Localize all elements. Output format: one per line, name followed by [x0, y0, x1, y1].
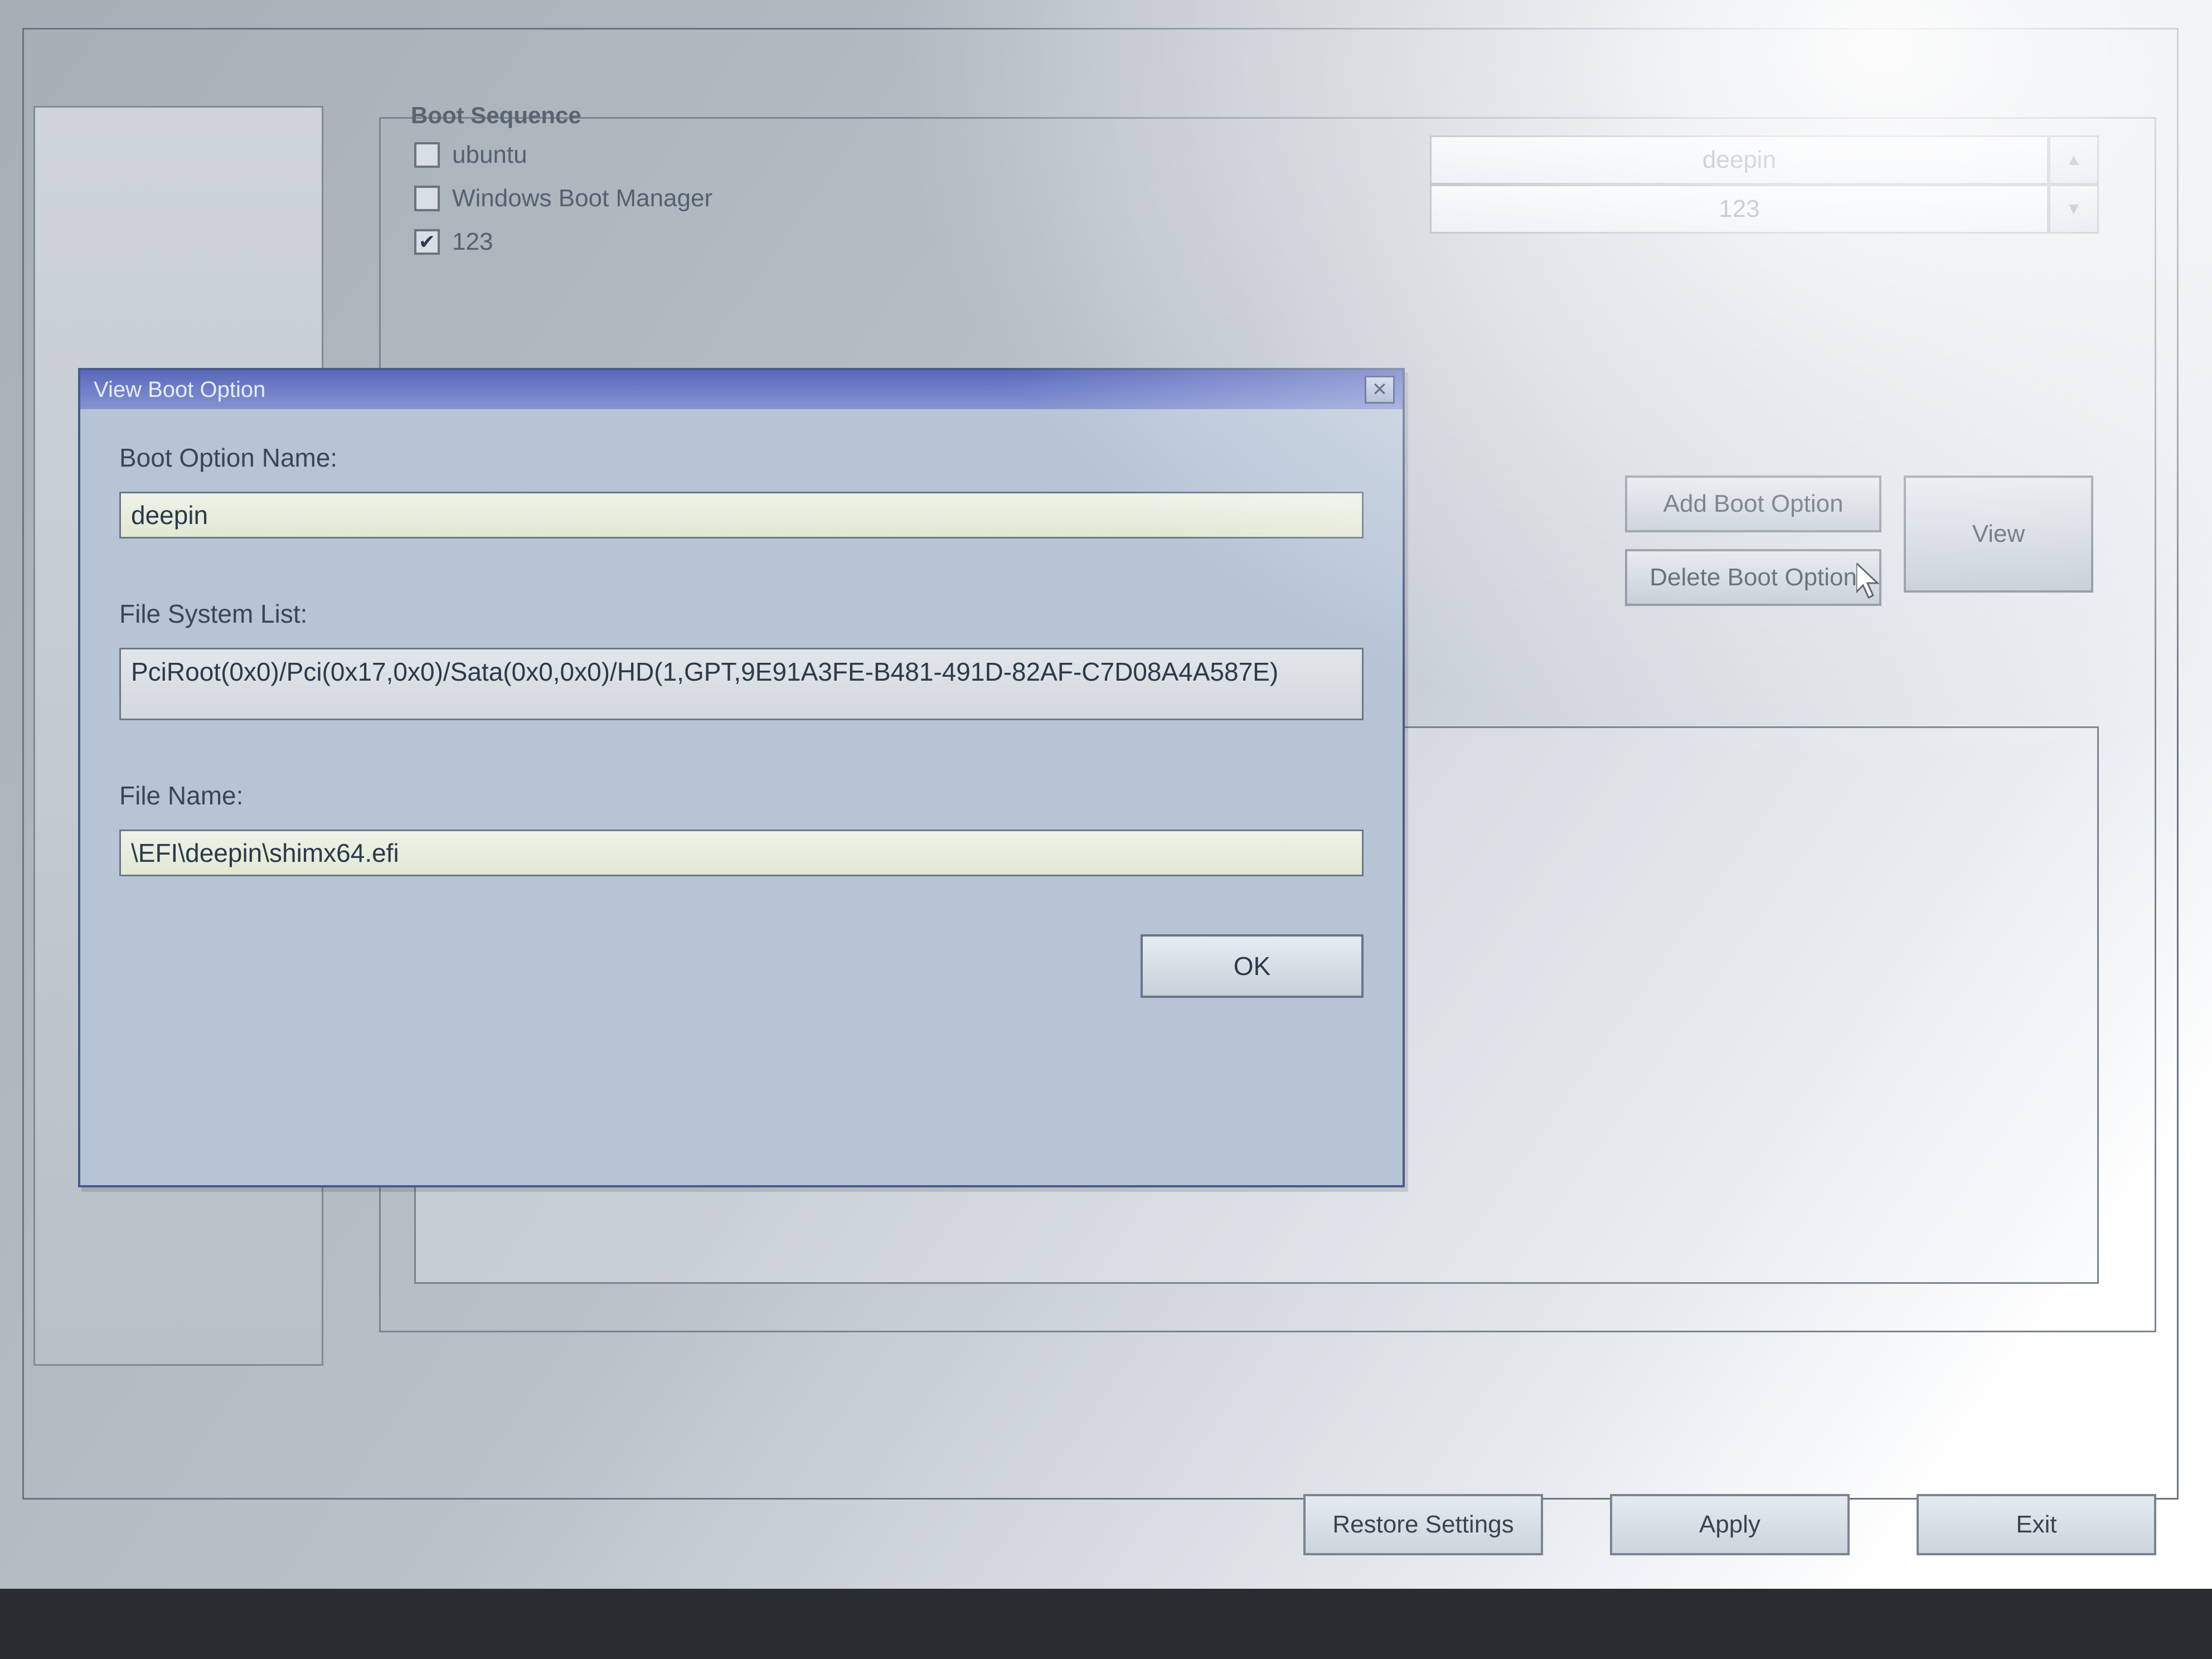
- add-boot-option-button[interactable]: Add Boot Option: [1625, 476, 1881, 532]
- file-system-list-field[interactable]: PciRoot(0x0)/Pci(0x17,0x0)/Sata(0x0,0x0)…: [119, 648, 1364, 720]
- bottom-action-bar: Restore Settings Apply Exit: [379, 1494, 2156, 1555]
- boot-check-123[interactable]: ✔ 123: [414, 228, 712, 256]
- file-name-field[interactable]: \EFI\deepin\shimx64.efi: [119, 830, 1364, 876]
- exit-button[interactable]: Exit: [1917, 1494, 2156, 1555]
- boot-order-item[interactable]: 123: [1430, 185, 2049, 234]
- checkbox-icon[interactable]: ✔: [414, 229, 440, 255]
- boot-order-listbox[interactable]: deepin 123 ▲ ▼: [1430, 135, 2099, 234]
- ok-button[interactable]: OK: [1141, 934, 1364, 998]
- dialog-title-text: View Boot Option: [94, 377, 265, 402]
- boot-order-item[interactable]: deepin: [1430, 135, 2049, 185]
- checkbox-icon[interactable]: [414, 186, 440, 211]
- view-boot-option-button[interactable]: View: [1904, 476, 2093, 593]
- boot-check-label: Windows Boot Manager: [452, 185, 712, 212]
- file-name-label: File Name:: [119, 780, 1364, 811]
- boot-option-name-label: Boot Option Name:: [119, 443, 1364, 473]
- boot-check-ubuntu[interactable]: ubuntu: [414, 141, 712, 169]
- restore-settings-button[interactable]: Restore Settings: [1303, 1494, 1543, 1555]
- boot-sequence-checkbox-list: ubuntu Windows Boot Manager ✔ 123: [414, 141, 712, 256]
- close-icon[interactable]: ✕: [1365, 376, 1395, 404]
- boot-check-label: ubuntu: [452, 141, 527, 169]
- group-title: Boot Sequence: [403, 102, 589, 129]
- delete-boot-option-button[interactable]: Delete Boot Option: [1625, 549, 1881, 606]
- move-up-button[interactable]: ▲: [2049, 135, 2099, 185]
- file-system-list-label: File System List:: [119, 599, 1364, 629]
- move-down-button[interactable]: ▼: [2049, 185, 2099, 234]
- dialog-titlebar[interactable]: View Boot Option ✕: [80, 370, 1403, 409]
- boot-check-label: 123: [452, 228, 493, 256]
- view-boot-option-dialog: View Boot Option ✕ Boot Option Name: dee…: [78, 368, 1405, 1187]
- apply-button[interactable]: Apply: [1610, 1494, 1850, 1555]
- checkbox-icon[interactable]: [414, 142, 440, 168]
- boot-option-name-field[interactable]: deepin: [119, 492, 1364, 539]
- boot-check-windows[interactable]: Windows Boot Manager: [414, 185, 712, 212]
